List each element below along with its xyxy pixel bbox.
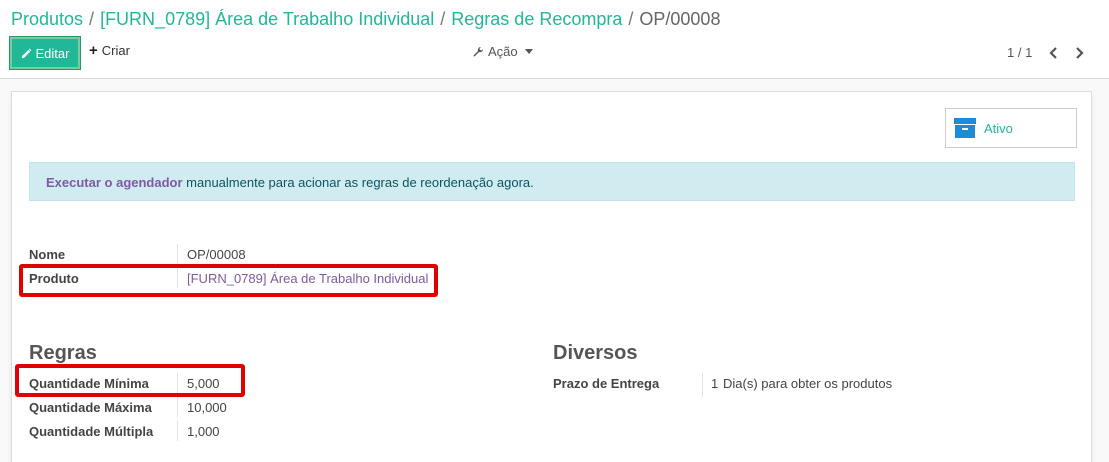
breadcrumb-reorder-rules[interactable]: Regras de Recompra <box>451 9 622 29</box>
control-panel: Produtos / [FURN_0789] Área de Trabalho In… <box>0 0 1109 79</box>
breadcrumb: Produtos / [FURN_0789] Área de Trabalho In… <box>11 9 720 30</box>
run-scheduler-link[interactable]: Executar o agendador <box>46 175 183 190</box>
pager-next-button[interactable] <box>1071 45 1087 61</box>
max-qty-value: 10,000 <box>187 400 227 415</box>
chevron-left-icon <box>1049 47 1057 59</box>
min-qty-highlight-box <box>15 364 245 397</box>
create-button-label: Criar <box>101 43 130 58</box>
wrench-icon <box>473 46 484 56</box>
action-dropdown-label: Ação <box>488 44 518 59</box>
pager-previous-button[interactable] <box>1046 45 1062 61</box>
max-qty-label: Quantidade Máxima <box>29 400 152 415</box>
pencil-icon <box>21 48 31 58</box>
lead-time-label: Prazo de Entrega <box>553 376 660 391</box>
field-divider <box>177 397 178 417</box>
lead-time-unit: Dia(s) para obter os produtos <box>723 376 893 391</box>
archive-icon <box>954 118 976 138</box>
breadcrumb-separator: / <box>89 9 95 29</box>
breadcrumb-separator: / <box>628 9 634 29</box>
active-toggle-label: Ativo <box>984 120 1013 136</box>
lead-time-value: 1 <box>711 376 719 391</box>
scheduler-alert: Executar o agendador manualmente para ac… <box>29 162 1075 201</box>
active-toggle-button[interactable]: Ativo <box>945 108 1077 148</box>
create-button[interactable]: + Criar <box>89 43 130 58</box>
multiple-qty-label: Quantidade Múltipla <box>29 424 154 439</box>
field-divider <box>702 373 703 397</box>
action-dropdown[interactable]: Ação <box>472 44 533 59</box>
rules-group-title: Regras <box>29 342 97 364</box>
field-divider <box>177 421 178 441</box>
caret-down-icon <box>524 49 533 54</box>
misc-group-title: Diversos <box>553 342 638 364</box>
multiple-qty-value: 1,000 <box>187 424 220 439</box>
pager-value[interactable]: 1 / 1 <box>1007 45 1032 60</box>
field-divider <box>177 244 178 264</box>
alert-text: manualmente para acionar as regras de re… <box>182 175 534 190</box>
chevron-right-icon <box>1076 47 1084 59</box>
name-value: OP/00008 <box>187 247 246 262</box>
edit-button[interactable]: Editar <box>10 37 80 69</box>
edit-button-label: Editar <box>35 45 70 61</box>
breadcrumb-product[interactable]: [FURN_0789] Área de Trabalho Individual <box>100 9 434 29</box>
plus-icon: + <box>89 42 98 59</box>
name-label: Nome <box>29 247 66 262</box>
product-highlight-box <box>19 264 438 297</box>
breadcrumb-products[interactable]: Produtos <box>11 9 83 29</box>
breadcrumb-separator: / <box>440 9 446 29</box>
breadcrumb-current: OP/00008 <box>639 9 721 29</box>
